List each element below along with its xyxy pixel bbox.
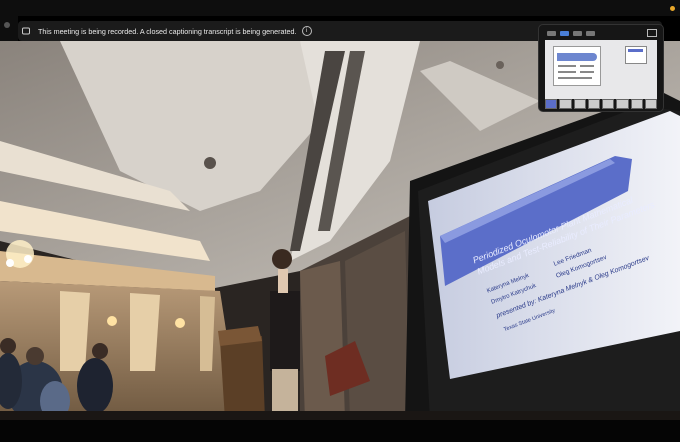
info-glyph: i [305, 28, 308, 34]
thumbnail-slide-strip [545, 99, 657, 109]
record-icon [22, 27, 30, 35]
slide-thumbnail[interactable] [630, 99, 643, 109]
recording-banner-text: This meeting is being recorded. A closed… [38, 26, 297, 36]
window-top-bar [0, 0, 680, 16]
slide-thumbnail[interactable] [545, 99, 558, 109]
window-left-bar [0, 16, 18, 42]
slide-thumbnail[interactable] [602, 99, 615, 109]
slide-thumbnail[interactable] [644, 99, 657, 109]
slide-thumbnail[interactable] [573, 99, 586, 109]
slide-presented-by: presented by: Kateryna Melnyk & Oleg Kom… [495, 254, 651, 320]
thumbnail-screen [545, 40, 657, 99]
thumbnail-slide-line [580, 65, 594, 67]
thumbnail-layout-toolbar [547, 29, 603, 37]
thumbnail-slide-line [558, 77, 592, 79]
thumbnail-slide-line [580, 71, 594, 73]
thumbnail-slide [553, 46, 601, 86]
thumbnail-slide-title-band [557, 53, 597, 61]
thumbnail-slide-line [558, 65, 576, 67]
window-control-icon[interactable] [4, 22, 10, 28]
layout-option-icon[interactable] [560, 30, 569, 36]
layout-option-icon[interactable] [547, 30, 556, 36]
grid-view-icon[interactable] [586, 30, 595, 36]
info-icon[interactable]: i [301, 26, 312, 36]
slide-thumbnail[interactable] [616, 99, 629, 109]
layout-option-icon[interactable] [573, 30, 582, 36]
thumbnail-slide-line [558, 71, 576, 73]
bottom-bar [0, 420, 680, 442]
thumbnail-side-panel [625, 46, 647, 64]
slide-thumbnail[interactable] [559, 99, 572, 109]
recording-indicator-icon [670, 6, 675, 11]
shared-screen-thumbnail[interactable] [538, 24, 664, 112]
slide-title-line1: Periodized Oculomotor Plant Mathematical [471, 194, 635, 266]
slide-thumbnail[interactable] [587, 99, 600, 109]
expand-icon[interactable] [647, 29, 657, 37]
